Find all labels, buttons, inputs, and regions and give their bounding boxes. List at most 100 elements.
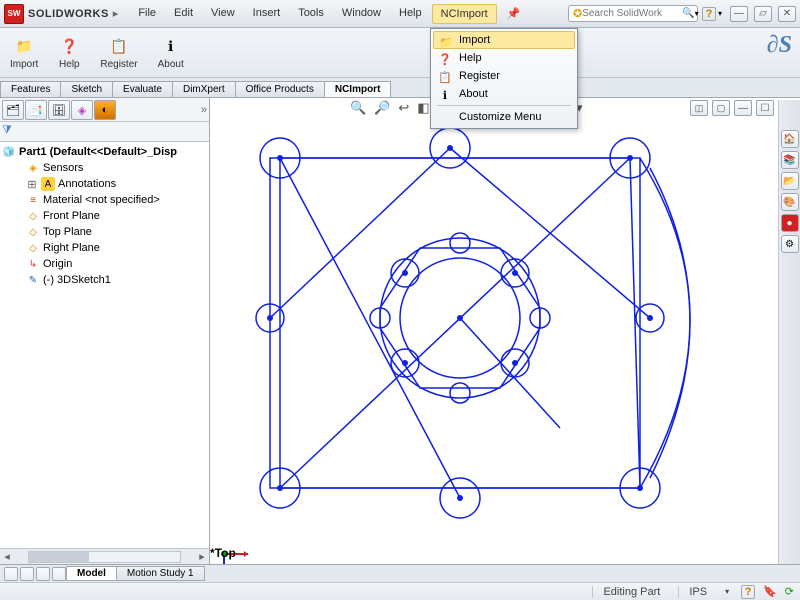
- sensor-icon: ◈: [26, 161, 40, 175]
- help-dropdown-icon[interactable]: ▾: [718, 9, 722, 18]
- folder-icon: 📁: [438, 34, 454, 50]
- menu-ncimport[interactable]: NCImport: [432, 4, 497, 24]
- motion-next-icon[interactable]: [52, 567, 66, 581]
- command-manager-tabs: Features Sketch Evaluate DimXpert Office…: [0, 78, 800, 98]
- toolbar-about-button[interactable]: ℹAbout: [154, 34, 188, 72]
- toolbar-import-button[interactable]: 📁Import: [6, 34, 42, 72]
- sketch-geometry: [210, 98, 770, 538]
- zoom-area-icon[interactable]: 🔎: [374, 100, 390, 116]
- scroll-right-icon[interactable]: ▸: [195, 550, 209, 564]
- zoom-fit-icon[interactable]: 🔍: [350, 100, 366, 116]
- toolbar-register-button[interactable]: 📋Register: [96, 34, 141, 72]
- funnel-icon[interactable]: ⧩: [2, 124, 12, 136]
- status-tag-icon[interactable]: 🔖: [763, 585, 777, 598]
- plane-icon: ◇: [26, 225, 40, 239]
- titlebar: SOLIDWORKS ▸ File Edit View Insert Tools…: [0, 0, 800, 28]
- origin-icon: ↳: [26, 257, 40, 271]
- feature-tree-tab[interactable]: 🗂: [2, 100, 24, 120]
- property-tab[interactable]: 📑: [25, 100, 47, 120]
- menu-view[interactable]: View: [203, 4, 243, 24]
- dropdown-help[interactable]: ❓Help: [433, 49, 575, 67]
- dropdown-separator: [437, 105, 571, 106]
- tree-sensors[interactable]: ◈Sensors: [0, 160, 209, 176]
- tab-model[interactable]: Model: [66, 566, 117, 581]
- tab-dimxpert[interactable]: DimXpert: [172, 81, 236, 97]
- taskpane-palette-icon[interactable]: 🎨: [781, 193, 799, 211]
- tab-sketch[interactable]: Sketch: [60, 81, 113, 97]
- tab-features[interactable]: Features: [0, 81, 61, 97]
- tree-3dsketch[interactable]: ✎(-) 3DSketch1: [0, 272, 209, 288]
- tree-right-plane[interactable]: ◇Right Plane: [0, 240, 209, 256]
- tab-office-products[interactable]: Office Products: [235, 81, 325, 97]
- scroll-track[interactable]: [28, 551, 181, 563]
- motion-play-icon[interactable]: [36, 567, 50, 581]
- scroll-left-icon[interactable]: ◂: [0, 550, 14, 564]
- taskpane-explorer-icon[interactable]: 📂: [781, 172, 799, 190]
- search-box[interactable]: ✪ 🔍 ▾: [568, 5, 698, 22]
- bottom-tabs: Model Motion Study 1: [0, 564, 800, 582]
- tab-motion-study[interactable]: Motion Study 1: [116, 566, 205, 581]
- dropdown-import[interactable]: 📁Import: [433, 31, 575, 49]
- dropdown-about[interactable]: ℹAbout: [433, 85, 575, 103]
- status-rebuild-icon[interactable]: ⟳: [785, 585, 794, 598]
- restore-button[interactable]: [754, 6, 772, 22]
- taskpane-home-icon[interactable]: 🏠: [781, 130, 799, 148]
- menu-file[interactable]: File: [130, 4, 164, 24]
- tree-origin[interactable]: ↳Origin: [0, 256, 209, 272]
- menu-window[interactable]: Window: [334, 4, 389, 24]
- config-tab[interactable]: 🗄: [48, 100, 70, 120]
- tab-ncimport[interactable]: NCImport: [324, 81, 392, 97]
- tree-top-plane[interactable]: ◇Top Plane: [0, 224, 209, 240]
- status-units[interactable]: IPS: [678, 586, 717, 598]
- expand-icon[interactable]: ⊞: [26, 178, 38, 191]
- close-button[interactable]: [778, 6, 796, 22]
- display-tab[interactable]: ◐: [94, 100, 116, 120]
- dropdown-register[interactable]: 📋Register: [433, 67, 575, 85]
- taskpane-custom-icon[interactable]: ⚙: [781, 235, 799, 253]
- titlebar-chevron-icon[interactable]: ▸: [113, 7, 119, 20]
- register-icon: 📋: [437, 69, 453, 85]
- menu-pin-icon[interactable]: 📌: [499, 4, 529, 24]
- motion-first-icon[interactable]: [4, 567, 18, 581]
- feature-manager-panel: 🗂 📑 🗄 ◈ ◐ » ⧩ 🧊Part1 (Default<<Default>_…: [0, 98, 210, 564]
- menu-insert[interactable]: Insert: [245, 4, 289, 24]
- tree-annotations[interactable]: ⊞AAnnotations: [0, 176, 209, 192]
- tree-root[interactable]: 🧊Part1 (Default<<Default>_Disp: [0, 144, 209, 160]
- help-icon[interactable]: ?: [702, 7, 716, 21]
- tree-hscrollbar[interactable]: ◂ ▸: [0, 548, 209, 564]
- tab-evaluate[interactable]: Evaluate: [112, 81, 173, 97]
- search-star-icon: ✪: [573, 7, 582, 20]
- graphics-viewport[interactable]: 🔍 🔎 ↩ ◧▾ ⬚▾ ▦▾ 👁▾ 🔴▾ 🖼▾ ◫ ▢: [210, 98, 800, 564]
- task-pane: 🏠 📚 📂 🎨 ● ⚙: [778, 100, 800, 564]
- status-help-icon[interactable]: ?: [741, 585, 755, 599]
- dimxpert-tab[interactable]: ◈: [71, 100, 93, 120]
- main-toolbar: 📁Import ❓Help 📋Register ℹAbout ∂S: [0, 28, 800, 78]
- status-bar: Editing Part IPS ▾ ? 🔖 ⟳: [0, 582, 800, 600]
- solidworks-logo-icon: [4, 4, 24, 24]
- tree-front-plane[interactable]: ◇Front Plane: [0, 208, 209, 224]
- menu-bar: File Edit View Insert Tools Window Help …: [130, 4, 528, 24]
- search-input[interactable]: [582, 8, 682, 19]
- taskpane-library-icon[interactable]: 📚: [781, 151, 799, 169]
- sketch-icon: ✎: [26, 273, 40, 287]
- material-icon: ≡: [26, 193, 40, 207]
- menu-edit[interactable]: Edit: [166, 4, 201, 24]
- minimize-button[interactable]: [730, 6, 748, 22]
- menu-tools[interactable]: Tools: [290, 4, 332, 24]
- taskpane-appearance-icon[interactable]: ●: [781, 214, 799, 232]
- panel-tabs: 🗂 📑 🗄 ◈ ◐ »: [0, 98, 209, 122]
- info-icon: ℹ: [437, 87, 453, 103]
- toolbar-help-button[interactable]: ❓Help: [54, 34, 84, 72]
- register-icon: 📋: [108, 36, 130, 58]
- motion-prev-icon[interactable]: [20, 567, 34, 581]
- tree-material[interactable]: ≡Material <not specified>: [0, 192, 209, 208]
- panel-chevron-icon[interactable]: »: [201, 104, 207, 116]
- prev-view-icon[interactable]: ↩: [398, 100, 409, 116]
- search-icon[interactable]: 🔍: [682, 8, 694, 19]
- plane-icon: ◇: [26, 241, 40, 255]
- status-units-dropdown-icon[interactable]: ▾: [725, 587, 729, 596]
- menu-help[interactable]: Help: [391, 4, 430, 24]
- search-dropdown-icon[interactable]: ▾: [695, 9, 699, 18]
- dropdown-customize[interactable]: Customize Menu: [433, 108, 575, 126]
- feature-tree[interactable]: 🧊Part1 (Default<<Default>_Disp ◈Sensors …: [0, 142, 209, 548]
